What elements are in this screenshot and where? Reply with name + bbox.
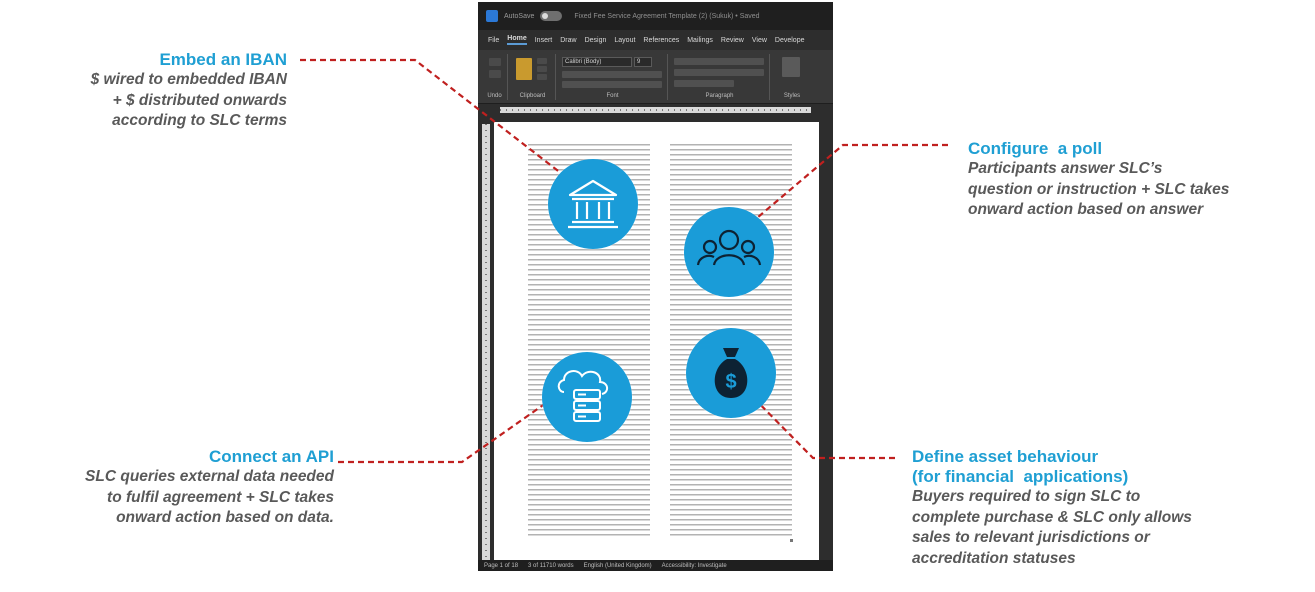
autosave-toggle[interactable]	[540, 11, 563, 21]
undo-icon[interactable]	[489, 58, 501, 66]
tab-home[interactable]: Home	[507, 35, 527, 45]
shading-buttons[interactable]	[674, 80, 734, 87]
callout-description: SLC queries external data needed to fulf…	[85, 468, 334, 526]
tab-develope[interactable]: Develope	[775, 37, 805, 44]
tab-view[interactable]: View	[752, 37, 767, 44]
tab-file[interactable]: File	[488, 37, 499, 44]
ribbon-group-label: Clipboard	[519, 93, 546, 99]
format-painter-icon[interactable]	[537, 74, 547, 80]
autosave-label: AutoSave	[504, 12, 535, 20]
tab-draw[interactable]: Draw	[560, 37, 576, 44]
callout-title: Define asset behaviour (for financial ap…	[912, 447, 1129, 486]
word-logo-icon	[486, 10, 498, 22]
callout-connect-api: Connect an API SLC queries external data…	[0, 447, 334, 529]
ribbon-group-undo: Undo	[482, 54, 508, 100]
word-title-bar: AutoSave Fixed Fee Service Agreement Tem…	[478, 2, 833, 30]
copy-icon[interactable]	[537, 66, 547, 72]
ribbon-group-clipboard: Clipboard	[510, 54, 556, 100]
document-title: Fixed Fee Service Agreement Template (2)…	[574, 12, 760, 20]
tab-layout[interactable]: Layout	[614, 37, 635, 44]
ribbon-group-label: Paragraph	[705, 93, 734, 99]
callout-description: Participants answer SLC’s question or in…	[968, 160, 1230, 218]
ribbon-group-paragraph: Paragraph	[670, 54, 770, 100]
font-size-box[interactable]: 9	[634, 57, 652, 67]
callout-title: Configure a poll	[968, 139, 1103, 158]
status-accessibility[interactable]: Accessibility: Investigate	[662, 563, 727, 569]
ribbon-group-label: Styles	[783, 93, 801, 99]
font-format-buttons[interactable]	[562, 71, 662, 78]
cut-icon[interactable]	[537, 58, 547, 64]
font-name-box[interactable]: Calibri (Body)	[562, 57, 632, 67]
ribbon-group-label: Font	[606, 93, 619, 99]
callout-title: Embed an IBAN	[159, 50, 287, 69]
list-buttons[interactable]	[674, 58, 764, 65]
ribbon-tabs: File Home Insert Draw Design Layout References…	[478, 30, 833, 50]
status-bar: Page 1 of 18 3 of 11710 words English (U…	[478, 560, 833, 571]
ribbon-group-font: Calibri (Body) 9 Font	[558, 54, 668, 100]
align-buttons[interactable]	[674, 69, 764, 76]
status-words[interactable]: 3 of 11710 words	[528, 563, 574, 569]
styles-icon[interactable]	[782, 57, 800, 77]
horizontal-ruler	[478, 105, 833, 115]
callout-define-asset-behaviour: Define asset behaviour (for financial ap…	[912, 447, 1292, 569]
tab-references[interactable]: References	[643, 37, 679, 44]
bank-icon	[548, 159, 638, 249]
word-document-window: AutoSave Fixed Fee Service Agreement Tem…	[478, 2, 833, 571]
callout-description: Buyers required to sign SLC to complete …	[912, 488, 1192, 567]
status-language[interactable]: English (United Kingdom)	[584, 563, 652, 569]
page-number-mark	[790, 539, 793, 542]
svg-text:$: $	[725, 371, 736, 393]
tab-insert[interactable]: Insert	[535, 37, 553, 44]
redo-icon[interactable]	[489, 70, 501, 78]
font-color-buttons[interactable]	[562, 81, 662, 88]
status-page[interactable]: Page 1 of 18	[484, 563, 518, 569]
tab-review[interactable]: Review	[721, 37, 744, 44]
callout-title: Connect an API	[209, 447, 334, 466]
vertical-ruler	[482, 124, 490, 564]
callout-description: $ wired to embedded IBAN + $ distributed…	[90, 71, 287, 129]
money-bag-icon: $	[686, 328, 776, 418]
people-group-icon	[684, 207, 774, 297]
ribbon-group-styles: Styles	[772, 54, 812, 100]
paste-icon[interactable]	[516, 58, 532, 80]
tab-design[interactable]: Design	[585, 37, 607, 44]
ribbon-group-label: Undo	[487, 93, 502, 99]
cloud-server-icon	[542, 352, 632, 442]
callout-configure-poll: Configure a poll Participants answer SLC…	[968, 139, 1303, 221]
tab-mailings[interactable]: Mailings	[687, 37, 713, 44]
ribbon: Undo Clipboard Calibri (Body) 9 Font Par…	[478, 50, 833, 104]
callout-embed-iban: Embed an IBAN $ wired to embedded IBAN +…	[0, 50, 287, 132]
